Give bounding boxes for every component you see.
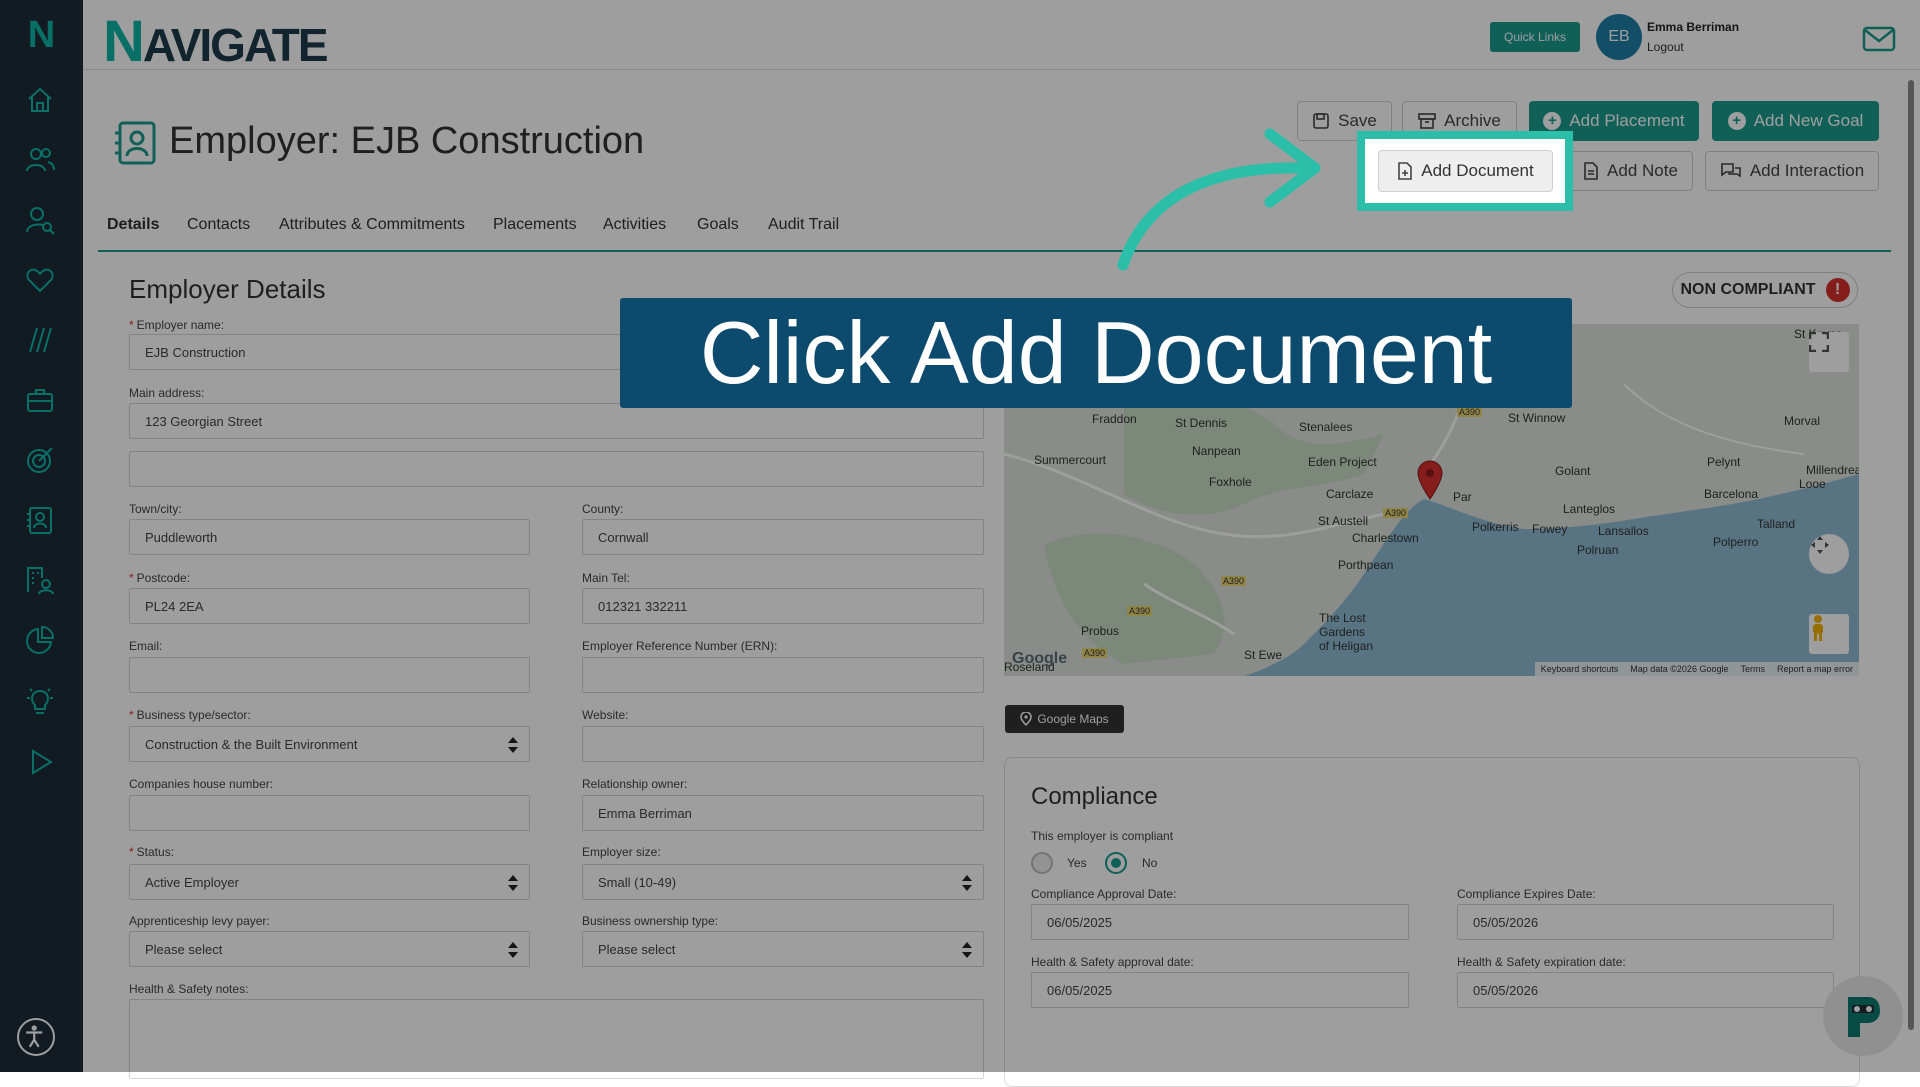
add-document-button[interactable]: Add Document — [1378, 150, 1553, 192]
tutorial-overlay — [0, 0, 1920, 1072]
add-document-label: Add Document — [1421, 161, 1534, 180]
tutorial-arrow-icon — [1117, 128, 1321, 271]
add-document-icon — [1398, 162, 1413, 180]
tutorial-callout: Click Add Document — [620, 298, 1572, 408]
